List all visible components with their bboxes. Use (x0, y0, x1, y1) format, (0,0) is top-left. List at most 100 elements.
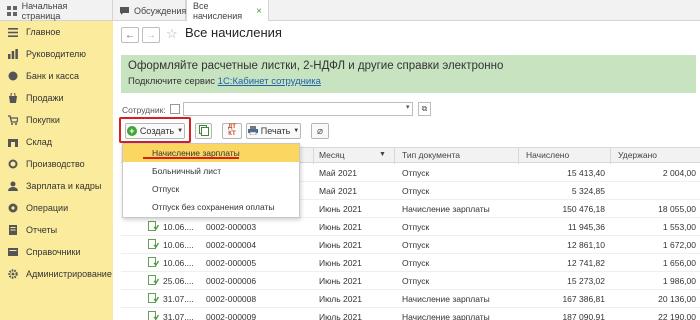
bank-icon (8, 71, 18, 81)
cell-accrued: 5 324,85 (571, 186, 605, 196)
banner-link[interactable]: 1С:Кабинет сотрудника (218, 76, 321, 87)
cell-month: Июнь 2021 (319, 258, 362, 268)
close-icon[interactable]: × (256, 6, 262, 17)
paperclip-icon: ⌀ (316, 125, 324, 137)
open-link-icon[interactable]: ⧉ (418, 102, 431, 116)
create-label: Создать (139, 126, 175, 136)
promo-banner: Оформляйте расчетные листки, 2-НДФЛ и др… (121, 55, 696, 93)
cell-month: Июнь 2021 (319, 222, 362, 232)
tab-home[interactable]: Начальная страница (0, 0, 113, 21)
document-posted-icon (148, 239, 160, 250)
sidebar-item-bank[interactable]: Банк и касса (0, 65, 113, 87)
cell-withheld: 1 672,00 (662, 240, 696, 250)
cell-doc-type: Начисление зарплаты (402, 294, 490, 304)
sidebar-item-label: Справочники (26, 247, 81, 257)
cell-doc-type: Начисление зарплаты (402, 204, 490, 214)
table-row[interactable]: 25.06.... 0002-000006 Июнь 2021 Отпуск 15 27… (121, 272, 700, 290)
sidebar-item-manager[interactable]: Руководителю (0, 43, 113, 65)
banner-prefix: Подключите сервис (128, 76, 218, 87)
cell-doc-type: Отпуск (402, 222, 430, 232)
sidebar-item-label: Администрирование (26, 269, 112, 279)
sidebar-item-reports[interactable]: Отчеты (0, 219, 113, 241)
cell-doc-type: Отпуск (402, 240, 430, 250)
directory-icon (8, 247, 18, 257)
sidebar-item-purchases[interactable]: Покупки (0, 109, 113, 131)
production-icon (8, 159, 18, 169)
sidebar-item-salary[interactable]: Зарплата и кадры (0, 175, 113, 197)
sidebar-item-admin[interactable]: Администрирование (0, 263, 113, 285)
cell-date: 10.06.... (163, 258, 194, 268)
column-header-accrued[interactable]: Начислено (526, 150, 569, 160)
sidebar-item-directories[interactable]: Справочники (0, 241, 113, 263)
salary-icon (8, 181, 18, 191)
table-row[interactable]: 31.07.... 0002-000009 Июль 2021 Начисление … (121, 308, 700, 320)
employee-filter-checkbox[interactable] (170, 104, 180, 114)
debit-credit-button[interactable]: ДТ КТ (222, 123, 242, 139)
column-header-doc-type[interactable]: Тип документа (402, 150, 460, 160)
cell-month: Июнь 2021 (319, 276, 362, 286)
sidebar-item-production[interactable]: Производство (0, 153, 113, 175)
copy-document-icon (198, 124, 209, 138)
sidebar-item-label: Склад (26, 137, 53, 147)
sidebar-item-main[interactable]: Главное (0, 21, 113, 43)
print-label: Печать (260, 126, 291, 136)
menu-item-sick-leave[interactable]: Больничный лист (123, 162, 299, 180)
column-header-withheld[interactable]: Удержано (618, 150, 657, 160)
create-button[interactable]: + Создать ▼ (125, 123, 185, 139)
cell-withheld: 2 004,00 (662, 168, 696, 178)
menu-icon (8, 27, 18, 37)
cell-accrued: 11 945,36 (567, 222, 605, 232)
tab-all-accruals[interactable]: Все начисления × (186, 0, 269, 22)
page-title: Все начисления (185, 25, 282, 40)
warehouse-icon (8, 137, 18, 147)
copy-document-button[interactable] (195, 123, 212, 139)
sidebar: Главное Руководителю Банк и касса Продаж… (0, 21, 113, 320)
sidebar-item-operations[interactable]: Операции (0, 197, 113, 219)
banner-subtext: Подключите сервис 1С:Кабинет сотрудника (128, 76, 321, 87)
cell-date: 10.06.... (163, 240, 194, 250)
table-row[interactable]: 31.07.... 0002-000008 Июль 2021 Начисление … (121, 290, 700, 308)
cell-doc-type: Отпуск (402, 276, 430, 286)
forward-button[interactable]: → (142, 27, 160, 43)
reports-icon (8, 225, 18, 235)
employee-label: Сотрудник: (122, 105, 166, 115)
operations-icon (8, 203, 18, 213)
sidebar-item-label: Зарплата и кадры (26, 181, 102, 191)
document-posted-icon (148, 257, 160, 268)
cell-accrued: 12 741,82 (567, 258, 605, 268)
sort-icon[interactable]: ▼ (379, 151, 386, 158)
menu-item-payroll[interactable]: Начисление зарплаты (123, 144, 299, 162)
cell-doc-type: Отпуск (402, 258, 430, 268)
cell-withheld: 1 656,00 (662, 258, 696, 268)
tab-discussions[interactable]: Обсуждения (113, 0, 186, 21)
menu-item-vacation[interactable]: Отпуск (123, 180, 299, 198)
cell-accrued: 15 413,40 (567, 168, 605, 178)
cell-withheld: 1 986,00 (662, 276, 696, 286)
sidebar-item-label: Руководителю (26, 49, 87, 59)
banner-headline: Оформляйте расчетные листки, 2-НДФЛ и др… (128, 60, 504, 72)
cell-month: Июль 2021 (319, 312, 362, 320)
chevron-down-icon: ▼ (293, 128, 300, 134)
sidebar-item-sales[interactable]: Продажи (0, 87, 113, 109)
tab-label: Обсуждения (134, 5, 187, 16)
sidebar-item-label: Продажи (26, 93, 64, 103)
cell-month: Июль 2021 (319, 294, 362, 304)
table-row[interactable]: 10.06.... 0002-000005 Июнь 2021 Отпуск 12 74… (121, 254, 700, 272)
attach-button[interactable]: ⌀ (311, 123, 329, 139)
chevron-down-icon[interactable]: ▾ (406, 103, 410, 111)
cell-date: 31.07.... (163, 312, 194, 320)
cell-month: Май 2021 (319, 168, 357, 178)
print-button[interactable]: Печать ▼ (246, 123, 301, 139)
column-header-month[interactable]: Месяц (319, 150, 345, 160)
employee-input[interactable] (183, 102, 413, 116)
back-button[interactable]: ← (121, 27, 139, 43)
favorite-star-icon[interactable]: ☆ (166, 26, 178, 42)
debit-credit-icon: ДТ КТ (228, 124, 236, 137)
menu-item-unpaid-leave[interactable]: Отпуск без сохранения оплаты (123, 198, 299, 216)
sidebar-item-label: Банк и касса (26, 71, 79, 81)
table-row[interactable]: 10.06.... 0002-000004 Июнь 2021 Отпуск 12 86… (121, 236, 700, 254)
tab-label: Начальная страница (21, 0, 68, 21)
table-row[interactable]: 10.06.... 0002-000003 Июнь 2021 Отпуск 11 94… (121, 218, 700, 236)
chevron-down-icon: ▼ (177, 128, 184, 134)
sidebar-item-warehouse[interactable]: Склад (0, 131, 113, 153)
